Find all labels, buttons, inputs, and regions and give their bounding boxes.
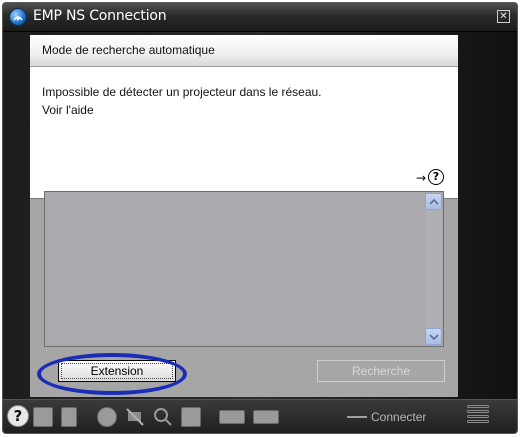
chevron-down-icon	[429, 334, 439, 341]
app-window: EMP NS Connection ✕ Mode de recherche au…	[2, 2, 518, 434]
window-title: EMP NS Connection	[33, 8, 167, 24]
vertical-scrollbar[interactable]	[425, 193, 442, 345]
error-message: Impossible de détecter un projecteur dan…	[42, 85, 322, 99]
mode-header: Mode de recherche automatique	[30, 35, 458, 67]
chevron-up-icon	[429, 198, 439, 205]
scroll-down-button[interactable]	[425, 328, 442, 345]
search-button[interactable]: Recherche	[317, 360, 445, 382]
arrow-right-icon: →	[416, 171, 427, 185]
message-area: Impossible de détecter un projecteur dan…	[30, 67, 458, 199]
title-bar[interactable]: EMP NS Connection ✕	[3, 3, 517, 32]
help-link-text: Voir l'aide	[42, 103, 94, 117]
projector-icon[interactable]	[33, 407, 53, 427]
source-icon[interactable]	[181, 407, 201, 427]
help-button[interactable]: ?	[428, 169, 444, 185]
projector-list[interactable]	[44, 191, 444, 347]
pause-icon[interactable]	[97, 407, 117, 427]
zoom-icon[interactable]	[153, 407, 173, 427]
highlight-ring	[37, 353, 187, 395]
resize-grip-icon[interactable]	[467, 405, 489, 427]
main-panel: Mode de recherche automatique Impossible…	[30, 35, 458, 397]
ethernet-icon[interactable]	[219, 410, 245, 424]
close-icon: ✕	[499, 11, 508, 22]
bottom-toolbar: ? Connecter	[3, 399, 517, 433]
document-icon[interactable]	[61, 407, 77, 427]
connect-plug-icon	[347, 416, 367, 418]
app-logo-icon	[9, 8, 27, 26]
scroll-up-button[interactable]	[425, 193, 442, 210]
connect-button[interactable]: Connecter	[371, 410, 426, 424]
help-icon[interactable]: ?	[7, 405, 29, 427]
no-display-icon[interactable]	[125, 407, 145, 427]
close-button[interactable]: ✕	[497, 10, 510, 23]
keyboard-icon[interactable]	[253, 410, 279, 424]
mode-label: Mode de recherche automatique	[42, 43, 215, 57]
